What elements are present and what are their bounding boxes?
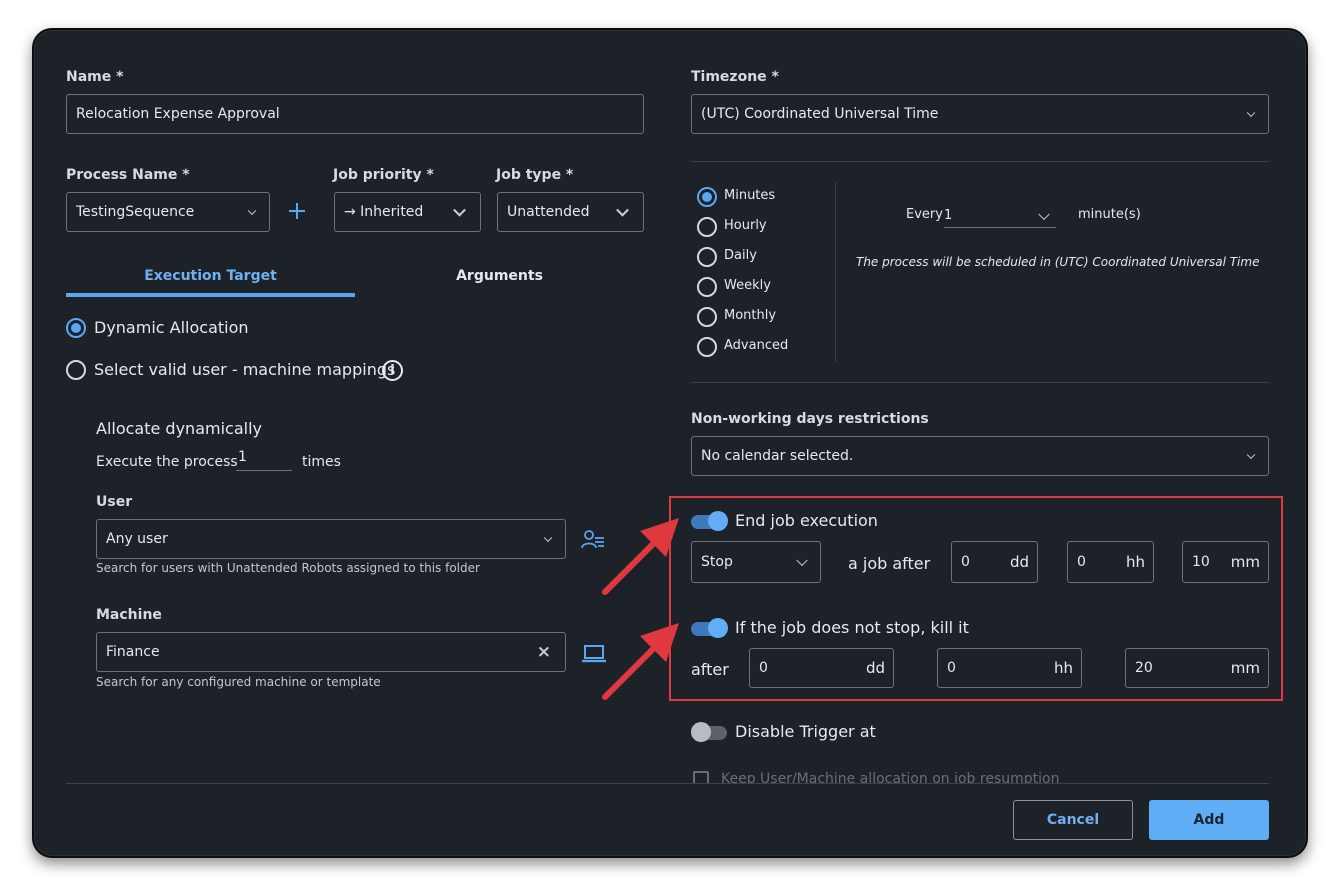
- name-value: Relocation Expense Approval: [76, 106, 280, 122]
- user-machine-mappings-radio[interactable]: [66, 360, 86, 380]
- user-select[interactable]: Any user: [96, 519, 566, 559]
- machine-value: Finance: [106, 644, 160, 660]
- calendar-value: No calendar selected.: [701, 448, 854, 464]
- execute-count-input[interactable]: 1: [236, 449, 292, 471]
- vertical-divider: [835, 182, 836, 362]
- chevron-down-icon: [616, 203, 629, 217]
- name-input[interactable]: Relocation Expense Approval: [66, 94, 644, 134]
- tab-arguments[interactable]: Arguments: [355, 268, 644, 284]
- toggle-knob: [691, 722, 711, 742]
- calendar-select[interactable]: No calendar selected.: [691, 436, 1269, 476]
- keep-allocation-label: Keep User/Machine allocation on job resu…: [721, 771, 1060, 783]
- frequency-weekly-label: Weekly: [724, 278, 771, 293]
- non-working-days-label: Non-working days restrictions: [691, 411, 929, 427]
- chevron-down-icon: [1038, 208, 1050, 220]
- close-icon[interactable]: ×: [537, 642, 551, 662]
- timezone-value: (UTC) Coordinated Universal Time: [701, 106, 939, 122]
- chevron-down-icon: [1246, 450, 1256, 460]
- machine-hint: Search for any configured machine or tem…: [96, 675, 381, 689]
- user-hint: Search for users with Unattended Robots …: [96, 561, 480, 575]
- frequency-minutes-radio[interactable]: [697, 187, 717, 207]
- machine-input[interactable]: Finance ×: [96, 632, 566, 672]
- frequency-hourly-radio[interactable]: [697, 217, 717, 237]
- footer-divider: [66, 783, 1269, 784]
- plus-icon[interactable]: [288, 202, 306, 220]
- machine-label: Machine: [96, 607, 162, 623]
- every-value: 1: [944, 208, 953, 223]
- frequency-monthly-label: Monthly: [724, 308, 777, 323]
- chevron-down-icon: [247, 206, 257, 216]
- execute-prefix: Execute the process: [96, 454, 238, 470]
- allocate-dynamically-title: Allocate dynamically: [96, 419, 262, 438]
- keep-allocation-checkbox[interactable]: [693, 771, 709, 783]
- divider: [691, 161, 1269, 162]
- execute-count-value: 1: [238, 449, 247, 465]
- frequency-hourly-label: Hourly: [724, 218, 767, 233]
- execute-suffix: times: [302, 454, 341, 470]
- name-label: Name *: [66, 69, 124, 85]
- timezone-label: Timezone *: [691, 69, 779, 85]
- job-priority-select[interactable]: → Inherited: [334, 192, 481, 232]
- tab-execution-target[interactable]: Execution Target: [66, 268, 355, 284]
- disable-trigger-label: Disable Trigger at: [735, 722, 876, 741]
- job-priority-value: → Inherited: [344, 204, 424, 220]
- dynamic-allocation-radio[interactable]: [66, 318, 86, 338]
- every-label: Every: [906, 207, 943, 222]
- user-value: Any user: [106, 531, 168, 547]
- frequency-minutes-label: Minutes: [724, 188, 776, 203]
- timezone-select[interactable]: (UTC) Coordinated Universal Time: [691, 94, 1269, 134]
- cancel-button[interactable]: Cancel: [1013, 800, 1133, 840]
- active-tab-indicator: [66, 293, 355, 297]
- job-priority-label: Job priority *: [333, 167, 434, 183]
- laptop-icon[interactable]: [581, 644, 607, 664]
- disable-trigger-toggle[interactable]: [691, 722, 728, 742]
- annotation-highlight-box: [669, 496, 1283, 701]
- frequency-daily-label: Daily: [724, 248, 757, 263]
- user-group-icon[interactable]: [581, 529, 605, 551]
- every-select[interactable]: 1: [944, 204, 1056, 228]
- add-button[interactable]: Add: [1149, 800, 1269, 840]
- chevron-down-icon: [453, 203, 466, 217]
- process-name-value: TestingSequence: [76, 204, 195, 220]
- user-label: User: [96, 494, 133, 510]
- process-name-label: Process Name *: [66, 167, 190, 183]
- chevron-down-icon: [1246, 108, 1256, 118]
- job-type-label: Job type *: [496, 167, 574, 183]
- chevron-down-icon: [543, 533, 553, 543]
- dynamic-allocation-label: Dynamic Allocation: [94, 318, 249, 337]
- frequency-daily-radio[interactable]: [697, 247, 717, 267]
- divider: [691, 382, 1269, 383]
- schedule-note: The process will be scheduled in (UTC) C…: [856, 255, 1260, 269]
- user-machine-mappings-label: Select valid user - machine mappings: [94, 360, 396, 379]
- info-icon[interactable]: i: [382, 360, 403, 381]
- job-type-select[interactable]: Unattended: [497, 192, 644, 232]
- frequency-weekly-radio[interactable]: [697, 277, 717, 297]
- job-type-value: Unattended: [507, 204, 590, 220]
- frequency-monthly-radio[interactable]: [697, 307, 717, 327]
- interval-unit-label: minute(s): [1078, 207, 1141, 222]
- frequency-advanced-radio[interactable]: [697, 337, 717, 357]
- keep-allocation-row: Keep User/Machine allocation on job resu…: [691, 770, 1269, 783]
- frequency-advanced-label: Advanced: [724, 338, 789, 353]
- process-name-select[interactable]: TestingSequence: [66, 192, 270, 232]
